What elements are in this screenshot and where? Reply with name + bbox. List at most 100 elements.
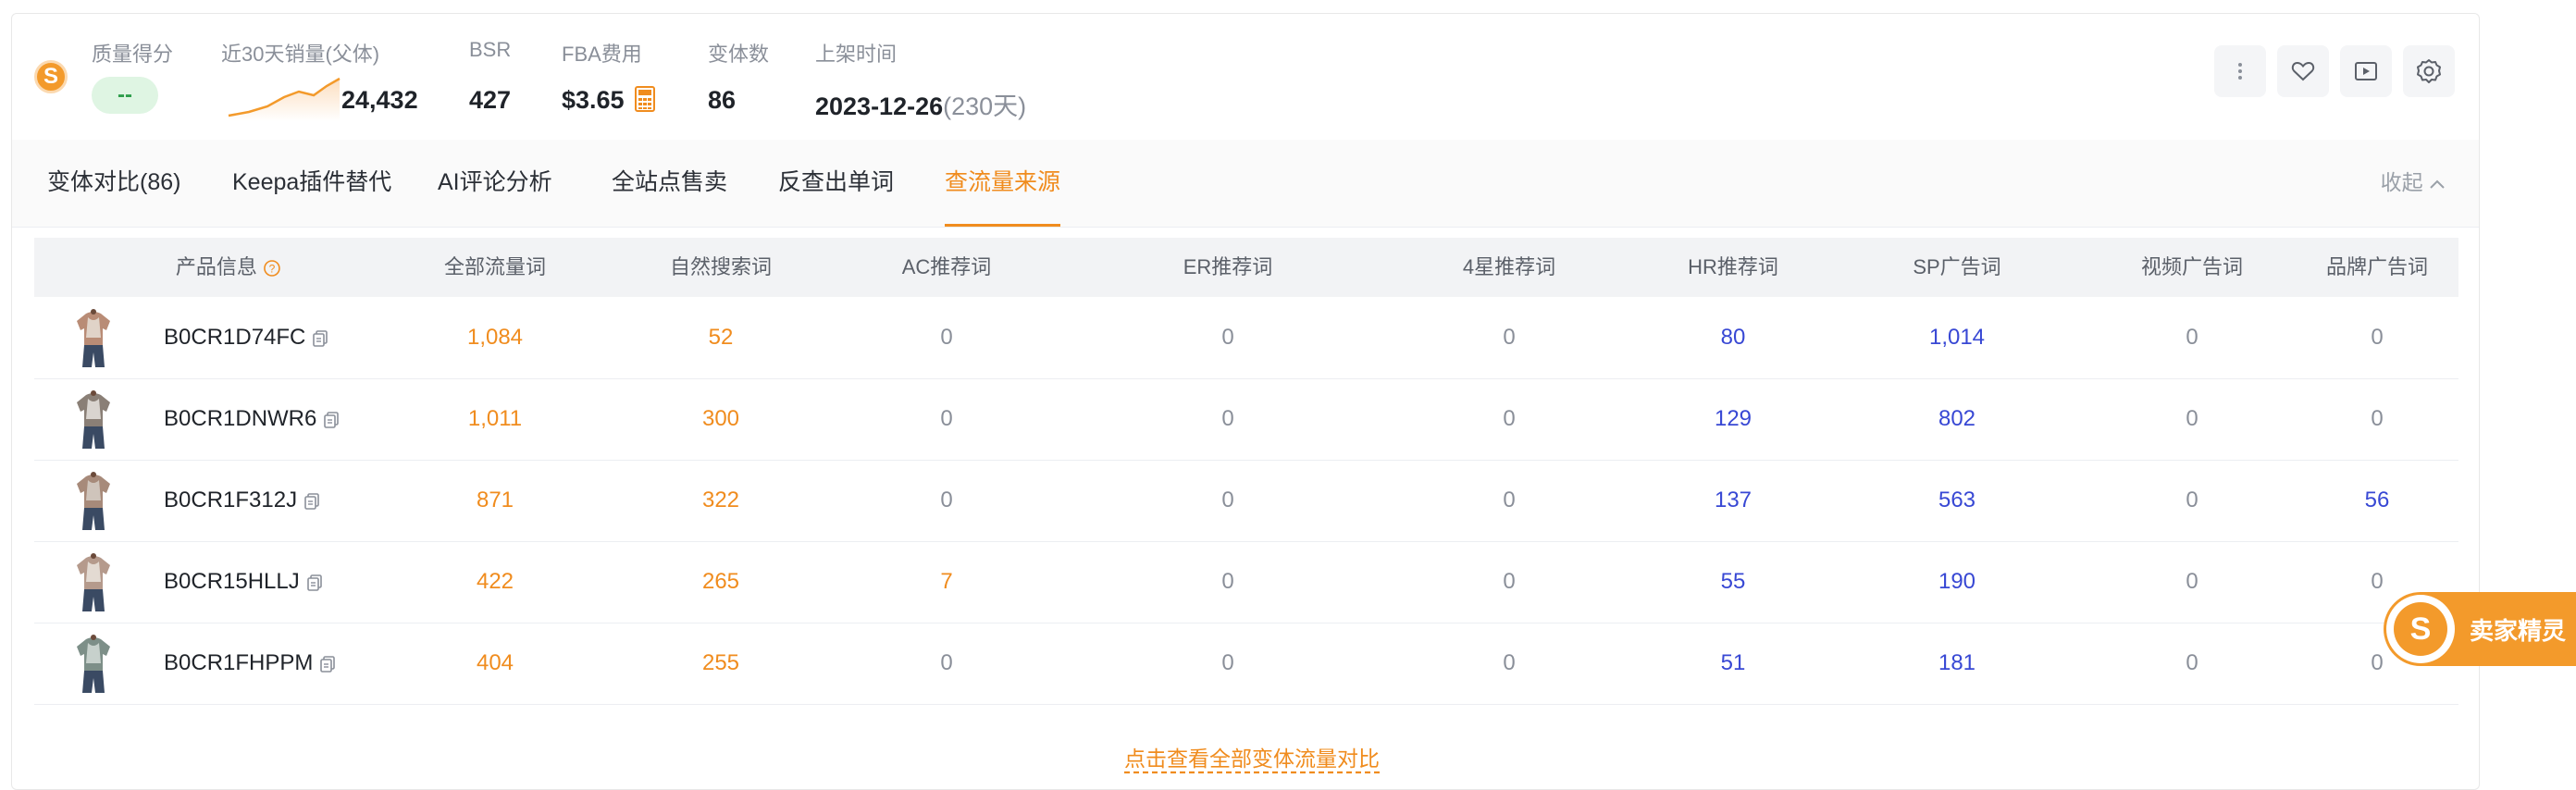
quality-score-badge: -- <box>92 77 158 114</box>
cell-all-traffic[interactable]: 422 <box>477 541 514 623</box>
cell-all-traffic[interactable]: 404 <box>477 623 514 704</box>
cell-organic[interactable]: 322 <box>702 460 739 541</box>
tab-reverse-keywords[interactable]: 反查出单词 <box>778 140 894 225</box>
cell-sp[interactable]: 802 <box>1938 378 1975 460</box>
cell-sp[interactable]: 1,014 <box>1929 297 1985 378</box>
cell-sp[interactable]: 563 <box>1938 460 1975 541</box>
cell-er: 0 <box>1221 406 1234 431</box>
table-header: 产品信息 ? 全部流量词 自然搜索词 AC推荐词 ER推荐词 4星推荐词 HR推… <box>34 238 2458 297</box>
tabs-divider <box>12 227 2479 228</box>
view-all-variants-link[interactable]: 点击查看全部变体流量对比 <box>1124 741 1380 772</box>
sales-trend-sparkline-icon <box>228 77 341 121</box>
product-thumbnail[interactable] <box>73 634 114 693</box>
cell-organic[interactable]: 300 <box>702 378 739 460</box>
cell-organic[interactable]: 265 <box>702 541 739 623</box>
cell-er: 0 <box>1221 650 1234 675</box>
cell-hr[interactable]: 137 <box>1715 460 1752 541</box>
tab-global-sales[interactable]: 全站点售卖 <box>612 140 727 225</box>
col-header-4star[interactable]: 4星推荐词 <box>1463 238 1555 297</box>
table-row: B0CR1FHPPM 404 255 0 0 0 51 181 0 0 <box>34 623 2458 705</box>
help-icon[interactable]: ? <box>263 259 281 278</box>
cell-er: 0 <box>1221 488 1234 512</box>
cell-4star: 0 <box>1503 488 1516 512</box>
listed-date-value: 2023-12-26(230天) <box>815 86 1026 122</box>
product-thumbnail[interactable] <box>73 389 114 449</box>
product-panel: S 质量得分 -- 近30天销量(父体) 24,432 BSR 427 FBA费… <box>11 13 2480 790</box>
favorite-button[interactable] <box>2277 45 2329 97</box>
copy-icon[interactable] <box>305 574 324 592</box>
cell-all-traffic[interactable]: 871 <box>477 460 514 541</box>
cell-hr[interactable]: 80 <box>1721 297 1746 378</box>
copy-icon[interactable] <box>322 411 341 429</box>
cell-ac[interactable]: 7 <box>940 541 952 623</box>
sellersprite-float-logo-icon: S <box>2386 595 2455 663</box>
cell-sp[interactable]: 181 <box>1938 623 1975 704</box>
svg-text:?: ? <box>269 263 276 276</box>
bsr-label: BSR <box>469 38 512 61</box>
col-header-all-traffic[interactable]: 全部流量词 <box>444 238 546 297</box>
cell-organic[interactable]: 52 <box>709 297 734 378</box>
col-header-ac[interactable]: AC推荐词 <box>902 238 992 297</box>
fba-fee-value: $3.65 <box>562 86 625 114</box>
calculator-icon[interactable] <box>635 86 655 112</box>
copy-icon[interactable] <box>318 655 337 673</box>
cell-brand: 0 <box>2371 325 2384 350</box>
more-icon <box>2238 63 2242 80</box>
collapse-label: 收起 <box>2380 170 2423 194</box>
cell-sp[interactable]: 190 <box>1938 541 1975 623</box>
sellersprite-float-button[interactable]: S 卖家精灵 <box>2384 592 2576 666</box>
col-header-hr[interactable]: HR推荐词 <box>1688 238 1778 297</box>
product-thumbnail[interactable] <box>73 308 114 367</box>
copy-icon[interactable] <box>303 492 321 511</box>
cell-hr[interactable]: 129 <box>1715 378 1752 460</box>
asin-label[interactable]: B0CR1F312J <box>164 460 321 541</box>
col-header-product: 产品信息 ? <box>176 238 281 297</box>
cell-brand[interactable]: 56 <box>2365 460 2390 541</box>
cell-video: 0 <box>2186 325 2198 350</box>
col-header-organic[interactable]: 自然搜索词 <box>670 238 772 297</box>
asin-label[interactable]: B0CR1FHPPM <box>164 623 337 704</box>
fba-fee-label: FBA费用 <box>562 43 642 66</box>
listed-date-label: 上架时间 <box>815 43 898 66</box>
cell-brand: 0 <box>2371 650 2384 675</box>
table-row: B0CR1D74FC 1,084 52 0 0 0 80 1,014 0 0 <box>34 297 2458 379</box>
cell-organic[interactable]: 255 <box>702 623 739 704</box>
cell-hr[interactable]: 51 <box>1721 623 1746 704</box>
product-thumbnail[interactable] <box>73 471 114 530</box>
summary-bar: S 质量得分 -- 近30天销量(父体) 24,432 BSR 427 FBA费… <box>12 14 2479 140</box>
tab-variant-compare[interactable]: 变体对比(86) <box>47 140 180 225</box>
video-play-icon <box>2355 62 2377 80</box>
quality-score-label: 质量得分 <box>92 43 174 66</box>
more-button[interactable] <box>2214 45 2266 97</box>
cell-brand: 0 <box>2371 569 2384 594</box>
tab-keepa[interactable]: Keepa插件替代 <box>232 140 391 225</box>
cell-er: 0 <box>1221 325 1234 350</box>
col-header-sp[interactable]: SP广告词 <box>1913 238 2000 297</box>
col-header-video[interactable]: 视频广告词 <box>2141 238 2243 297</box>
variants-value: 86 <box>708 86 737 114</box>
cell-ac: 0 <box>940 650 953 675</box>
tab-ai-review[interactable]: AI评论分析 <box>438 140 552 225</box>
tab-traffic-source[interactable]: 查流量来源 <box>945 140 1061 227</box>
asin-label[interactable]: B0CR1DNWR6 <box>164 378 341 460</box>
settings-button[interactable] <box>2403 45 2455 97</box>
asin-label[interactable]: B0CR1D74FC <box>164 297 329 378</box>
listed-days: (230天) <box>943 93 1027 120</box>
cell-ac: 0 <box>940 488 953 512</box>
video-button[interactable] <box>2340 45 2392 97</box>
copy-icon[interactable] <box>311 329 329 348</box>
cell-all-traffic[interactable]: 1,084 <box>467 297 523 378</box>
cell-4star: 0 <box>1503 569 1516 594</box>
sales-30d-label: 近30天销量(父体) <box>221 43 380 66</box>
heart-icon <box>2291 61 2315 81</box>
col-header-er[interactable]: ER推荐词 <box>1183 238 1273 297</box>
cell-video: 0 <box>2186 650 2198 675</box>
cell-hr[interactable]: 55 <box>1721 541 1746 623</box>
sellersprite-logo-icon: S <box>34 60 68 93</box>
product-thumbnail[interactable] <box>73 552 114 611</box>
collapse-button[interactable]: 收起 <box>2381 140 2446 225</box>
cell-all-traffic[interactable]: 1,011 <box>468 378 522 460</box>
col-header-brand[interactable]: 品牌广告词 <box>2326 238 2428 297</box>
variants-label: 变体数 <box>708 43 770 66</box>
asin-label[interactable]: B0CR15HLLJ <box>164 541 324 623</box>
